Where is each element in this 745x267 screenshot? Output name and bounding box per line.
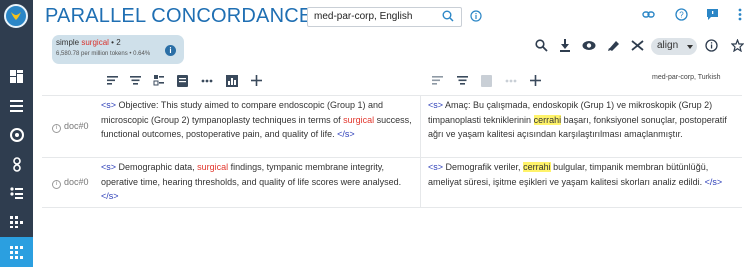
sidebar-dots-icon[interactable] xyxy=(0,208,33,236)
feedback-icon[interactable] xyxy=(706,8,719,21)
close-tag: </s> xyxy=(101,191,119,201)
sidebar-target-icon[interactable] xyxy=(0,121,33,149)
keyword-hit[interactable]: surgical xyxy=(197,162,228,172)
add-right-icon[interactable] xyxy=(530,75,541,86)
open-tag: <s> xyxy=(101,100,117,110)
doc-id: doc#0 xyxy=(64,121,89,131)
right-corpus-label: med-par-corp, Turkish xyxy=(652,74,721,81)
segment-text-before: Demografik veriler, xyxy=(445,162,521,172)
query-chip[interactable]: simple surgical • 2 6,580.78 per million… xyxy=(52,35,184,64)
view-icon[interactable] xyxy=(582,39,596,52)
target-segment: <s> Demografik veriler, cerrahi bulgular… xyxy=(428,160,738,189)
query-type: simple xyxy=(56,38,80,47)
query-count: • 2 xyxy=(111,38,121,47)
query-summary: simple surgical • 2 xyxy=(56,38,121,47)
sort-left-icon[interactable] xyxy=(107,75,118,86)
page-title: PARALLEL CONCORDANCE xyxy=(45,5,313,27)
more-vertical-icon[interactable] xyxy=(737,8,743,21)
query-info-icon[interactable]: i xyxy=(165,45,176,56)
open-tag: <s> xyxy=(428,162,444,172)
sidebar-list-icon[interactable] xyxy=(0,92,33,120)
corpus-select[interactable]: med-par-corp, English xyxy=(307,7,462,27)
download-icon[interactable] xyxy=(559,39,571,52)
doc-id: doc#0 xyxy=(64,177,89,187)
source-segment: <s> Demographic data, surgical findings,… xyxy=(101,160,417,204)
open-tag: <s> xyxy=(101,162,117,172)
annotate-icon[interactable] xyxy=(607,39,620,52)
close-tag: </s> xyxy=(704,176,723,187)
corpus-search-icon[interactable] xyxy=(442,10,454,22)
svg-text:?: ? xyxy=(679,11,684,20)
document-icon[interactable] xyxy=(177,75,188,87)
source-segment: <s> Objective: This study aimed to compa… xyxy=(101,98,415,142)
segment-text-before: Objective: This study aimed to compare e… xyxy=(101,100,383,125)
doc-info-icon: i xyxy=(52,180,61,189)
star-icon[interactable] xyxy=(731,39,744,52)
sort-right-center-icon[interactable] xyxy=(457,75,468,86)
corpus-info-icon[interactable] xyxy=(470,10,482,22)
column-divider xyxy=(420,95,421,207)
more-horizontal-right-icon[interactable] xyxy=(505,79,517,83)
aligned-highlight[interactable]: cerrahi xyxy=(523,162,551,172)
search-zoom-icon[interactable] xyxy=(535,39,548,52)
sidebar-link-icon[interactable] xyxy=(0,150,33,178)
sidebar-bullets-icon[interactable] xyxy=(0,179,33,207)
table-divider xyxy=(42,95,742,96)
sidebar-dashboard-icon[interactable] xyxy=(0,62,33,90)
help-icon[interactable]: ? xyxy=(675,8,688,21)
close-tag: </s> xyxy=(337,129,355,139)
sort-right-left-icon[interactable] xyxy=(432,75,443,86)
more-horizontal-icon[interactable] xyxy=(201,79,213,83)
document-right-icon[interactable] xyxy=(481,75,492,87)
open-tag: <s> xyxy=(428,100,444,110)
sidebar-parallel-icon[interactable] xyxy=(0,237,33,267)
aligned-highlight[interactable]: cerrahi xyxy=(533,114,562,125)
segment-text-before: Demographic data, xyxy=(118,162,195,172)
app-root: PARALLEL CONCORDANCE med-par-corp, Engli… xyxy=(0,0,745,267)
link-icon[interactable] xyxy=(642,8,655,21)
sort-center-icon[interactable] xyxy=(130,75,141,86)
doc-label[interactable]: i doc#0 xyxy=(52,177,89,189)
table-divider xyxy=(42,207,742,208)
target-segment: <s> Amaç: Bu çalışmada, endoskopik (Grup… xyxy=(428,98,738,142)
info-icon[interactable] xyxy=(705,39,718,52)
keyword-hit[interactable]: surgical xyxy=(343,115,374,125)
query-keyword: surgical xyxy=(81,38,109,47)
sidebar xyxy=(0,0,33,267)
bar-chart-icon[interactable] xyxy=(226,75,238,87)
chevron-down-icon xyxy=(687,45,693,49)
sort-text-icon[interactable] xyxy=(153,75,164,86)
doc-label[interactable]: i doc#0 xyxy=(52,121,89,133)
add-left-icon[interactable] xyxy=(251,75,262,86)
shuffle-icon[interactable] xyxy=(631,39,644,52)
app-logo[interactable] xyxy=(4,4,28,28)
doc-info-icon: i xyxy=(52,124,61,133)
query-stats: 6,580.78 per million tokens • 0.64% xyxy=(56,51,151,57)
table-divider xyxy=(42,157,742,158)
